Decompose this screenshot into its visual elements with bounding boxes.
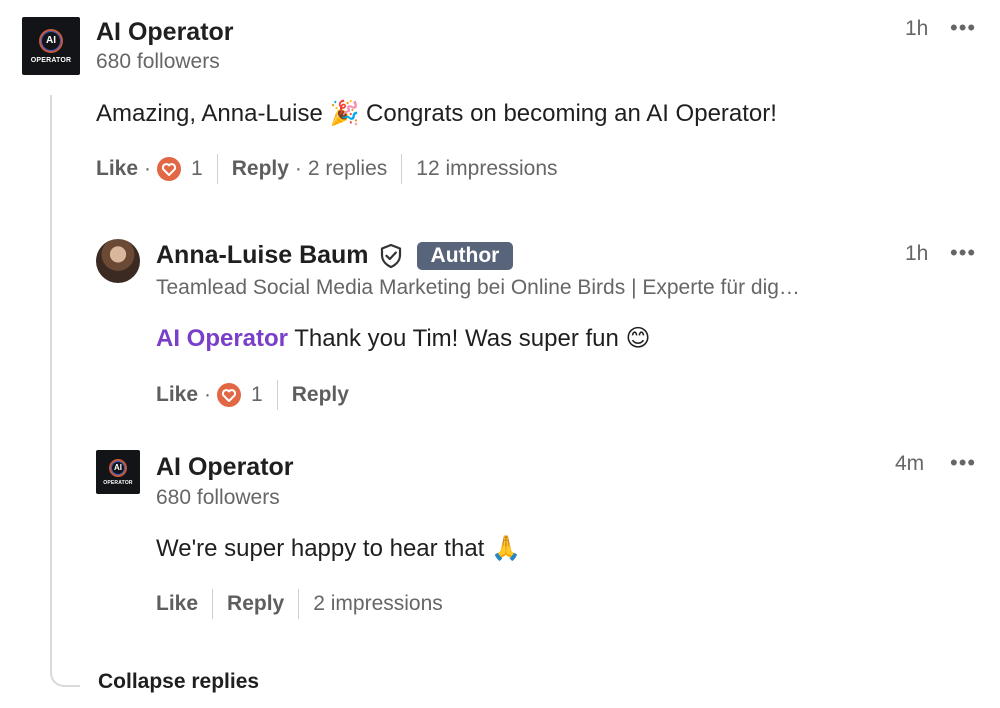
divider [298, 589, 300, 619]
reaction-count[interactable]: 1 [251, 383, 263, 407]
logo-initials: AI [46, 35, 56, 46]
comment-more-options-icon[interactable]: ••• [950, 15, 976, 41]
heart-reaction-icon[interactable] [217, 383, 242, 407]
comment-author-name[interactable]: AI Operator [96, 18, 234, 47]
comment-timestamp: 1h [905, 17, 929, 40]
reply-text: We're super happy to hear that 🙏 [156, 535, 521, 562]
reply-author-name[interactable]: Anna-Luise Baum [156, 241, 369, 270]
divider [276, 380, 278, 410]
reply-timestamp: 4m [895, 452, 925, 475]
comment-text: Amazing, Anna-Luise 🎉 Congrats on becomi… [96, 100, 777, 127]
reply-actions: Like Reply 2 impressions [156, 588, 443, 620]
thread-line [50, 95, 80, 687]
reply-actions: Like · 1 Reply [156, 379, 349, 411]
logo-ring-icon: AI [109, 458, 127, 477]
ai-operator-logo[interactable]: AI OPERATOR [22, 17, 80, 75]
logo-word: OPERATOR [103, 479, 133, 486]
divider [216, 154, 218, 184]
reply-text: AI Operator Thank you Tim! Was super fun… [156, 324, 651, 353]
replies-count-link[interactable]: 2 replies [308, 157, 387, 181]
comment-author-followers: 680 followers [96, 50, 220, 73]
reply-timestamp: 1h [905, 242, 929, 265]
reply-more-options-icon[interactable]: ••• [950, 450, 976, 476]
reply-author-row: Anna-Luise Baum Author [156, 241, 514, 270]
ai-operator-logo[interactable]: AI OPERATOR [96, 450, 140, 494]
impressions-count[interactable]: 2 impressions [313, 592, 443, 616]
reply-author-name[interactable]: AI Operator [156, 453, 294, 482]
author-badge: Author [416, 241, 514, 270]
reply-author-headline: Teamlead Social Media Marketing bei Onli… [156, 276, 800, 299]
divider [401, 154, 403, 184]
logo-word: OPERATOR [30, 56, 72, 64]
reply-button[interactable]: Reply [227, 592, 284, 616]
reply-author-followers: 680 followers [156, 486, 280, 509]
like-button[interactable]: Like [96, 157, 138, 181]
separator-dot: · [144, 157, 152, 180]
heart-reaction-icon[interactable] [157, 157, 182, 181]
reply-more-options-icon[interactable]: ••• [950, 240, 976, 266]
separator-dot: · [294, 157, 302, 180]
reply-button[interactable]: Reply [232, 157, 289, 181]
logo-initials: AI [114, 463, 122, 472]
reaction-count[interactable]: 1 [191, 157, 203, 181]
mention-link[interactable]: AI Operator [156, 325, 288, 352]
divider [212, 589, 214, 619]
impressions-count[interactable]: 12 impressions [416, 157, 557, 181]
verified-shield-icon [379, 243, 403, 269]
like-button[interactable]: Like [156, 383, 198, 407]
reply-button[interactable]: Reply [292, 383, 349, 407]
collapse-replies-button[interactable]: Collapse replies [98, 670, 259, 694]
separator-dot: · [204, 383, 212, 406]
like-button[interactable]: Like [156, 592, 198, 616]
avatar[interactable] [96, 239, 140, 283]
comment-actions: Like · 1 Reply · 2 replies 12 impression… [96, 153, 558, 185]
reply-message: Thank you Tim! Was super fun 😊 [294, 325, 651, 352]
logo-ring-icon: AI [39, 28, 63, 53]
